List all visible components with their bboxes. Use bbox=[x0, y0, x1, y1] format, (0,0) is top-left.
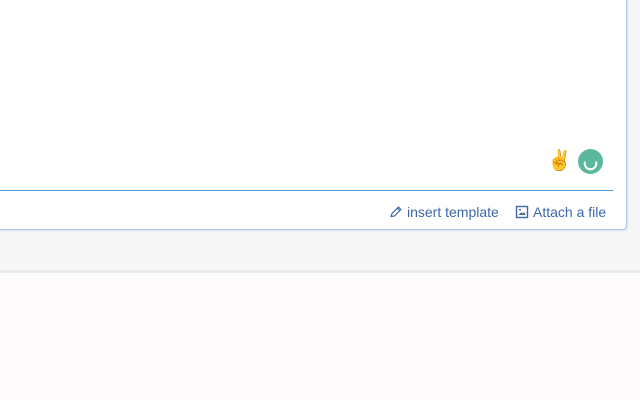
pencil-icon bbox=[390, 206, 402, 218]
image-icon bbox=[515, 205, 529, 219]
victory-hand-emoji-icon[interactable]: ✌️ bbox=[547, 149, 572, 173]
insert-template-label[interactable]: insert template bbox=[407, 204, 499, 220]
assistant-spinner-icon[interactable] bbox=[578, 149, 603, 174]
message-composer: ✌️ insert template Attach a file bbox=[0, 0, 627, 230]
message-text-area[interactable] bbox=[0, 0, 619, 179]
insert-template-link[interactable]: insert template bbox=[389, 202, 499, 222]
loading-spinner-icon bbox=[583, 161, 598, 171]
toolbar-separator bbox=[0, 190, 613, 191]
attach-file-label[interactable]: Attach a file bbox=[533, 204, 606, 220]
attach-file-link[interactable]: Attach a file bbox=[515, 202, 606, 222]
empty-lower-area bbox=[0, 273, 640, 400]
